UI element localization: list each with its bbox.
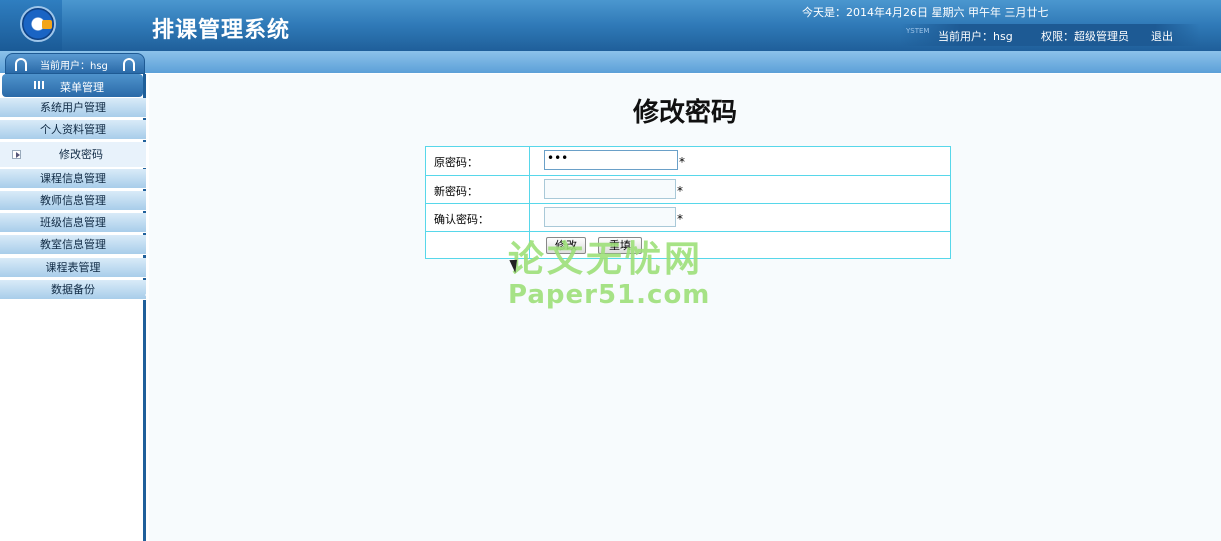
required-mark: * bbox=[679, 155, 685, 169]
sidebar-item-label: 教师信息管理 bbox=[40, 194, 106, 207]
watermark-url: Paper51.com bbox=[508, 280, 711, 310]
new-password-label: 新密码： bbox=[434, 185, 478, 198]
sidebar-item-label: 修改密码 bbox=[59, 148, 103, 161]
logo bbox=[0, 0, 62, 51]
sidebar-item-classes[interactable]: 班级信息管理 bbox=[0, 213, 146, 233]
sidebar-item-system-users[interactable]: 系统用户管理 bbox=[0, 98, 146, 118]
app-title: 排课管理系统 bbox=[152, 17, 291, 43]
logo-icon bbox=[20, 6, 56, 42]
system-mark: YSTEM bbox=[906, 27, 930, 35]
sidebar-item-profile[interactable]: 个人资料管理 bbox=[0, 120, 146, 140]
sidebar-item-change-password[interactable]: 修改密码 bbox=[0, 142, 146, 168]
confirm-password-input[interactable] bbox=[544, 207, 676, 227]
required-mark: * bbox=[677, 184, 683, 198]
sidebar-item-label: 课程表管理 bbox=[45, 261, 101, 274]
hook-icon bbox=[15, 58, 27, 71]
confirm-password-label: 确认密码： bbox=[434, 213, 489, 226]
logout-link[interactable]: 退出 bbox=[1151, 28, 1173, 44]
sidebar-item-courses[interactable]: 课程信息管理 bbox=[0, 169, 146, 189]
sidebar-user-text: 当前用户：hsg bbox=[40, 61, 108, 72]
sidebar-item-label: 班级信息管理 bbox=[40, 216, 106, 229]
watermark-title: 论文无忧网 bbox=[508, 239, 704, 280]
current-user-text: 当前用户：hsg bbox=[938, 30, 1013, 43]
sidebar-item-label: 教室信息管理 bbox=[40, 238, 106, 251]
sidebar-item-label: 数据备份 bbox=[51, 283, 95, 296]
sidebar-item-classrooms[interactable]: 教室信息管理 bbox=[0, 235, 146, 255]
arrow-right-icon bbox=[12, 150, 21, 159]
required-mark: * bbox=[677, 212, 683, 226]
date-text: 今天是：2014年4月26日 星期六 甲午年 三月廿七 bbox=[802, 6, 1049, 19]
sidebar-item-label: 个人资料管理 bbox=[40, 123, 106, 136]
sidebar-item-label: 课程信息管理 bbox=[40, 172, 106, 185]
sidebar-item-timetable[interactable]: 课程表管理 bbox=[0, 258, 146, 278]
form-row-old-password: 原密码： ••• * bbox=[426, 147, 950, 176]
old-password-input[interactable]: ••• bbox=[544, 150, 678, 170]
form-row-new-password: 新密码： * bbox=[426, 176, 950, 204]
new-password-input[interactable] bbox=[544, 179, 676, 199]
old-password-label: 原密码： bbox=[434, 156, 478, 169]
sidebar-user-box: 当前用户：hsg bbox=[5, 53, 145, 74]
menu-header-label: 菜单管理 bbox=[60, 81, 104, 94]
sidebar: 菜单管理 系统用户管理 个人资料管理 修改密码 课程信息管理 教师信息管理 班级… bbox=[0, 74, 146, 541]
sidebar-item-teachers[interactable]: 教师信息管理 bbox=[0, 191, 146, 211]
app-header: 排课管理系统 今天是：2014年4月26日 星期六 甲午年 三月廿七 YSTEM… bbox=[0, 0, 1221, 51]
role-text: 权限：超级管理员 bbox=[1041, 30, 1129, 43]
form-row-confirm-password: 确认密码： * bbox=[426, 204, 950, 232]
menu-icon bbox=[34, 81, 46, 89]
sidebar-item-backup[interactable]: 数据备份 bbox=[0, 280, 146, 300]
page-title: 修改密码 bbox=[632, 98, 737, 128]
sidebar-item-label: 系统用户管理 bbox=[40, 101, 106, 114]
hook-icon bbox=[123, 58, 135, 71]
sub-bar bbox=[0, 51, 1221, 73]
menu-header: 菜单管理 bbox=[2, 74, 143, 97]
